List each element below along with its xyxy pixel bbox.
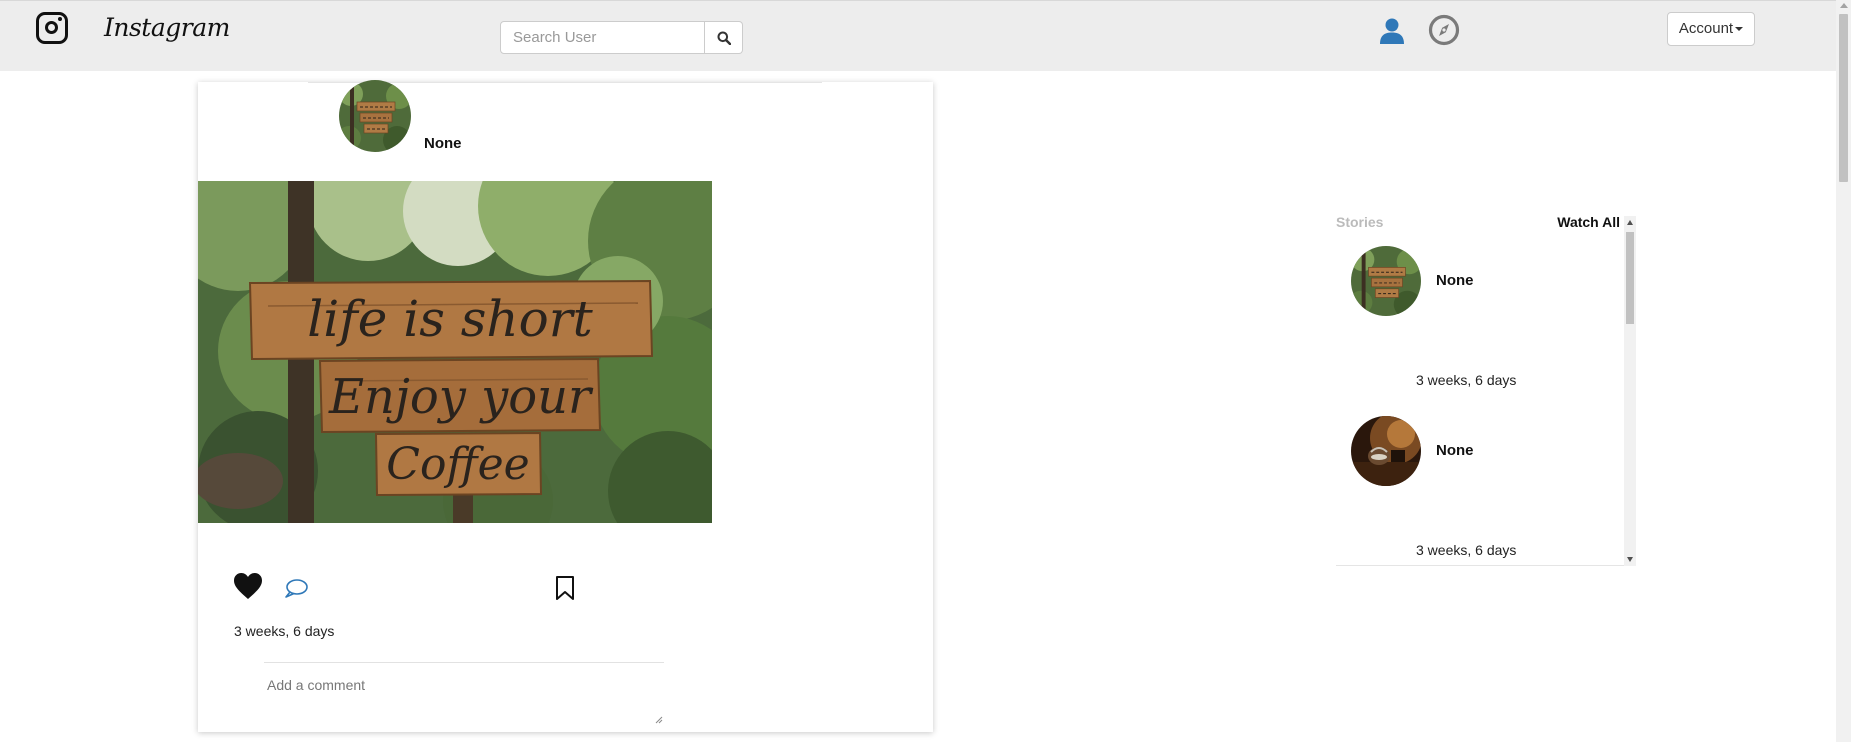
- comment-input[interactable]: [264, 674, 664, 709]
- stories-divider: [1336, 565, 1636, 566]
- top-navbar: Instagram Account: [0, 0, 1851, 71]
- stories-scrollbar[interactable]: [1624, 216, 1636, 566]
- stories-list: None 3 weeks, 6 days None 3 weeks, 6 day…: [1336, 212, 1624, 566]
- search-button[interactable]: [705, 21, 743, 54]
- post-author-username[interactable]: None: [424, 135, 462, 152]
- scroll-down-arrow-icon[interactable]: [1627, 557, 1633, 562]
- post-card: None life is short Enjoy your Coffee 3 w…: [198, 80, 933, 732]
- stories-heading: Stories: [1336, 214, 1384, 230]
- compass-icon[interactable]: [1428, 14, 1460, 46]
- stories-panel: None 3 weeks, 6 days None 3 weeks, 6 day…: [1336, 212, 1636, 566]
- page-scrollbar[interactable]: [1836, 0, 1851, 742]
- story-avatar[interactable]: [1351, 416, 1421, 486]
- search-input[interactable]: [500, 21, 705, 54]
- svg-text:Coffee: Coffee: [386, 439, 529, 490]
- like-heart-icon[interactable]: [233, 572, 263, 600]
- story-timestamp: 3 weeks, 6 days: [1416, 542, 1517, 558]
- search-icon: [717, 31, 731, 45]
- stories-scroll-thumb[interactable]: [1626, 232, 1634, 324]
- watch-all-link[interactable]: Watch All: [1557, 214, 1620, 230]
- scroll-up-arrow-icon[interactable]: [1627, 220, 1633, 225]
- post-image[interactable]: life is short Enjoy your Coffee: [198, 181, 712, 523]
- search-form: [500, 21, 743, 54]
- caret-down-icon: [1735, 27, 1744, 32]
- story-username: None: [1436, 442, 1474, 459]
- instagram-logo-icon[interactable]: [36, 12, 68, 44]
- account-label: Account: [1678, 20, 1734, 37]
- page-scroll-thumb[interactable]: [1839, 14, 1848, 182]
- account-dropdown-button[interactable]: Account: [1667, 12, 1755, 46]
- story-item[interactable]: None 3 weeks, 6 days: [1336, 212, 1624, 388]
- story-username: None: [1436, 272, 1474, 289]
- post-author-avatar[interactable]: [339, 80, 411, 152]
- svg-text:life is short: life is short: [307, 290, 593, 348]
- brand-name[interactable]: Instagram: [104, 13, 230, 42]
- comment-divider: [264, 662, 664, 663]
- bookmark-icon[interactable]: [555, 576, 575, 600]
- user-icon[interactable]: [1378, 17, 1406, 45]
- comment-icon[interactable]: [284, 578, 308, 598]
- post-timestamp: 3 weeks, 6 days: [234, 623, 335, 639]
- svg-text:Enjoy your: Enjoy your: [328, 369, 594, 425]
- page-scroll-up-arrow-icon[interactable]: [1840, 3, 1848, 8]
- story-avatar[interactable]: [1351, 246, 1421, 316]
- story-item[interactable]: None 3 weeks, 6 days: [1336, 382, 1624, 558]
- resize-grip-icon[interactable]: [655, 716, 663, 724]
